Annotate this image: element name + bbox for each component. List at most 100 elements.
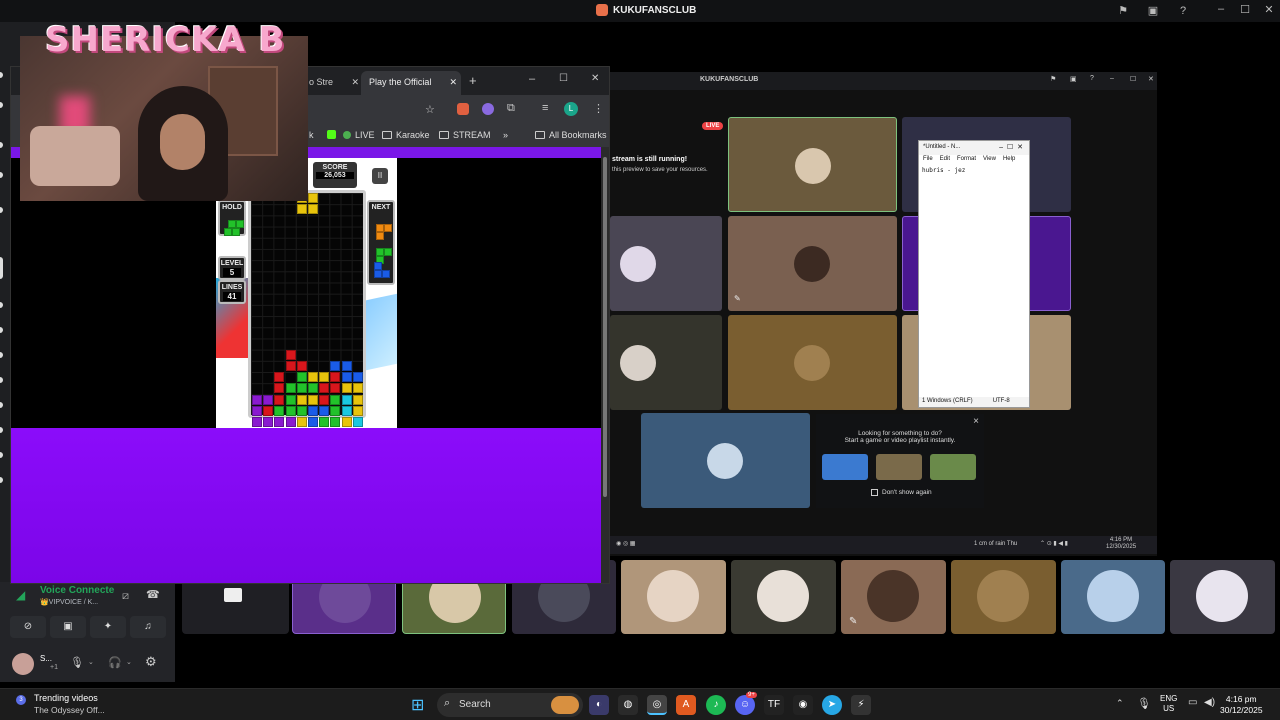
- user-avatar[interactable]: [12, 653, 34, 675]
- username: S...: [40, 654, 53, 663]
- network-icon[interactable]: ▭: [1188, 697, 1197, 708]
- server-indicator: [0, 377, 3, 383]
- monitor-icon[interactable]: ▣: [1146, 4, 1160, 18]
- participant-tile[interactable]: [1061, 560, 1165, 634]
- participant-tile[interactable]: ✎: [728, 216, 897, 311]
- bookmark-folder[interactable]: STREAM: [439, 130, 491, 140]
- scrollbar[interactable]: [601, 147, 609, 583]
- close-icon[interactable]: ×: [973, 416, 979, 427]
- notepad-menu-format[interactable]: Format: [957, 156, 976, 164]
- more-bookmarks-button[interactable]: »: [503, 130, 508, 140]
- chevron-down-icon[interactable]: ⌄: [126, 658, 132, 666]
- extensions-puzzle-icon[interactable]: ⧉: [507, 102, 515, 115]
- notepad-menu-view[interactable]: View: [983, 156, 996, 164]
- app-icon[interactable]: ⚡: [851, 695, 871, 715]
- app-icon[interactable]: ◐: [589, 695, 609, 715]
- maximize-button[interactable]: ☐: [1238, 3, 1252, 16]
- inbox-icon[interactable]: ⚑: [1116, 4, 1130, 18]
- dont-show-again[interactable]: Don't show again: [871, 489, 932, 496]
- tetris-block: [263, 394, 274, 405]
- tray-overflow-icon[interactable]: ⌃: [1116, 698, 1124, 709]
- language-indicator[interactable]: ENG US: [1160, 694, 1177, 714]
- close-button[interactable]: ✕: [591, 73, 599, 84]
- bookmark-item[interactable]: k: [309, 130, 314, 140]
- taskbar-search[interactable]: ⌕ Search: [437, 693, 583, 717]
- all-bookmarks-folder[interactable]: All Bookmarks: [535, 130, 607, 140]
- app-icon[interactable]: ◍: [618, 695, 638, 715]
- discord-icon[interactable]: ☺: [735, 695, 755, 715]
- chrome-tab-active[interactable]: Play the Official ✕: [361, 71, 461, 95]
- participant-tile[interactable]: [1170, 560, 1275, 634]
- stream-inbox-icon[interactable]: ⚑: [1050, 75, 1056, 83]
- participant-tile[interactable]: [610, 315, 722, 410]
- camera-off-button[interactable]: ⊘: [10, 616, 46, 638]
- activity-thumbnail-game[interactable]: [930, 454, 976, 480]
- microphone-icon[interactable]: 🎙: [70, 656, 84, 669]
- minimize-button[interactable]: –: [529, 73, 535, 85]
- screen-share-button[interactable]: ▣: [50, 616, 86, 638]
- server-indicator: [0, 327, 3, 333]
- participant-tile[interactable]: [728, 315, 897, 410]
- notepad-window[interactable]: *Untitled - N... – ☐ ✕ File Edit Format …: [918, 140, 1030, 408]
- gear-icon[interactable]: ⚙: [145, 654, 157, 670]
- checkbox[interactable]: [871, 489, 878, 496]
- level-value: 5: [223, 268, 241, 277]
- activities-button[interactable]: ✦: [90, 616, 126, 638]
- extension-icon[interactable]: [457, 103, 469, 115]
- voice-channel-label[interactable]: 👑VIPVOICE / K...: [40, 598, 98, 606]
- bookmark-folder[interactable]: Karaoke: [382, 130, 430, 140]
- stream-monitor-icon[interactable]: ▣: [1070, 75, 1077, 83]
- notepad-menu-edit[interactable]: Edit: [940, 156, 950, 164]
- media-icon[interactable]: ≡: [542, 102, 548, 114]
- app-icon[interactable]: A: [676, 695, 696, 715]
- scrollbar-thumb[interactable]: [603, 157, 607, 497]
- notepad-window-controls[interactable]: – ☐ ✕: [999, 143, 1023, 151]
- participant-tile[interactable]: [951, 560, 1056, 634]
- new-tab-button[interactable]: +: [469, 73, 477, 88]
- tab-close-icon[interactable]: ✕: [449, 77, 457, 88]
- app-icon[interactable]: TF: [764, 695, 784, 715]
- stream-help-icon[interactable]: ?: [1090, 75, 1094, 82]
- stream-minimize-button[interactable]: –: [1110, 75, 1114, 82]
- notepad-menu-file[interactable]: File: [923, 156, 933, 164]
- mic-tray-icon[interactable]: 🎙: [1137, 697, 1151, 710]
- bookmark-star-icon[interactable]: ☆: [425, 103, 435, 116]
- close-button[interactable]: ✕: [1262, 3, 1276, 16]
- noise-suppression-icon[interactable]: ⧄: [122, 590, 129, 603]
- extension-icon[interactable]: [482, 103, 494, 115]
- maximize-button[interactable]: ☐: [559, 73, 568, 84]
- bookmark-item[interactable]: LIVE: [343, 130, 375, 140]
- notepad-menu-help[interactable]: Help: [1003, 156, 1015, 164]
- profile-avatar[interactable]: L: [564, 102, 578, 116]
- stream-close-button[interactable]: ✕: [1148, 75, 1154, 83]
- chevron-down-icon[interactable]: ⌄: [88, 658, 94, 666]
- chrome-app-icon[interactable]: ◎: [647, 695, 667, 715]
- activity-thumbnail-video[interactable]: [876, 454, 922, 480]
- windows-start-icon[interactable]: ⊞: [411, 695, 424, 715]
- help-icon[interactable]: ?: [1176, 4, 1190, 18]
- minimize-button[interactable]: –: [1214, 3, 1228, 15]
- tab-close-icon[interactable]: ✕: [351, 77, 359, 88]
- activity-thumbnail-blackjack[interactable]: [822, 454, 868, 480]
- taskbar-clock[interactable]: 4:16 pm 30/12/2025: [1220, 694, 1263, 716]
- participant-tile[interactable]: [728, 117, 897, 212]
- disconnect-icon[interactable]: ☎: [146, 588, 160, 601]
- participant-tile[interactable]: ✎: [841, 560, 946, 634]
- notepad-content[interactable]: hubris - jez: [919, 165, 1029, 176]
- menu-kebab-icon[interactable]: ⋮: [593, 102, 604, 115]
- chrome-tab[interactable]: o Stre ✕: [301, 71, 361, 95]
- participant-tile[interactable]: [641, 413, 810, 508]
- participant-tile[interactable]: [621, 560, 726, 634]
- volume-icon[interactable]: ◀): [1204, 697, 1215, 708]
- participant-tile[interactable]: [731, 560, 836, 634]
- bookmark-item[interactable]: [327, 130, 336, 139]
- app-icon[interactable]: ◉: [793, 695, 813, 715]
- headphones-icon[interactable]: 🎧: [108, 656, 122, 669]
- news-widget[interactable]: Trending videos The Odyssey Off...: [34, 693, 105, 715]
- soundboard-button[interactable]: ♫: [130, 616, 166, 638]
- participant-tile[interactable]: [610, 216, 722, 311]
- telegram-icon[interactable]: ➤: [822, 695, 842, 715]
- stream-maximize-button[interactable]: ☐: [1130, 75, 1136, 83]
- pause-button[interactable]: II: [372, 168, 388, 184]
- spotify-icon[interactable]: ♪: [706, 695, 726, 715]
